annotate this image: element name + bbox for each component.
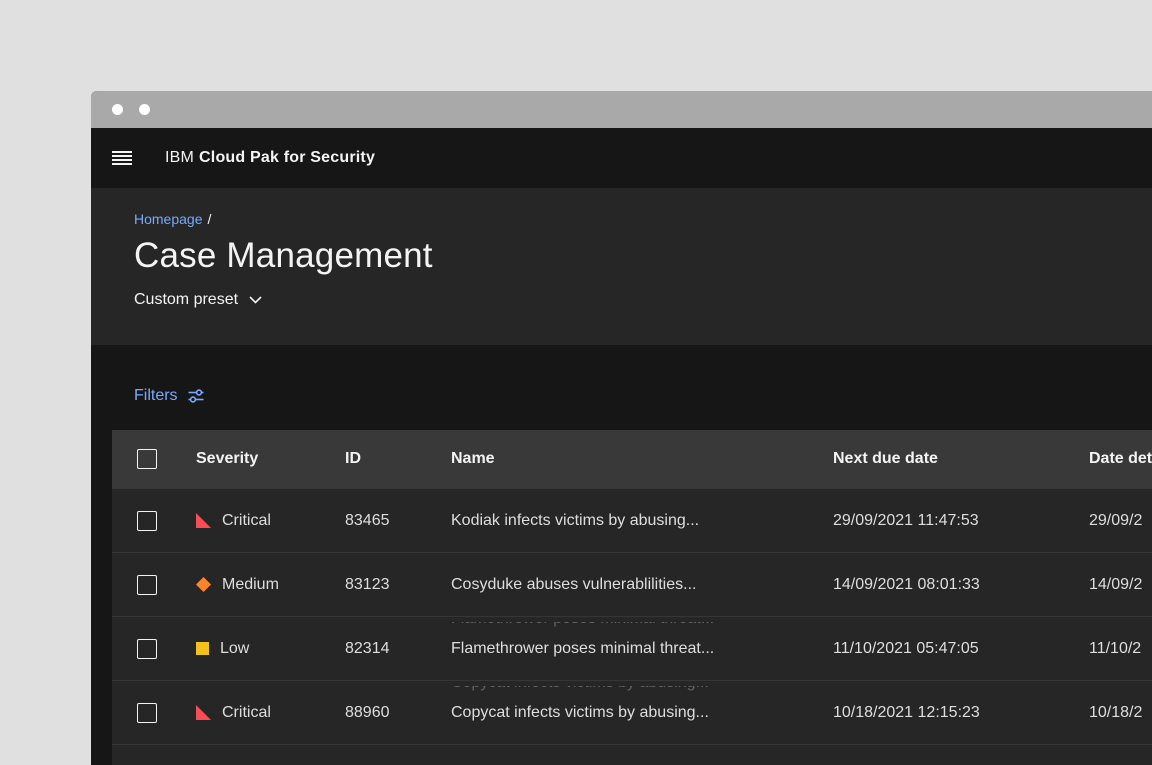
row-checkbox[interactable] [137,510,157,531]
case-id: 82314 [345,639,390,657]
case-name-cell: Flamethrower poses minimal threat... Fla… [451,617,833,680]
case-name: Kodiak infects victims by abusing... [451,511,700,529]
column-header-date-detected: Date dete [1089,450,1152,467]
severity-label: Medium [222,575,279,593]
table-row[interactable]: Medium 83123 Cosyduke abuses vulnerablil… [112,552,1152,616]
case-name: Copycat infects victims by abusing... [451,703,709,721]
preset-label: Custom preset [134,291,239,308]
case-name-cell: Cosyduke abuses vulnerablilities... [451,553,833,616]
window-control-dot-2[interactable] [139,104,150,115]
hamburger-menu-icon[interactable] [112,151,132,165]
filters-label: Filters [134,387,178,404]
content-area: Filters Severity ID Name Next due date D… [91,345,1152,765]
window-control-dot-1[interactable] [112,104,123,115]
page-title: Case Management [134,236,433,275]
settings-adjust-icon [188,389,204,403]
chevron-down-icon [249,296,262,304]
severity-icon [196,513,211,528]
select-all-checkbox[interactable] [137,449,157,469]
severity-icon [196,705,211,720]
brand-name: Cloud Pak for Security [199,149,376,166]
severity-cell: Critical [196,704,345,722]
severity-label: Critical [222,511,271,529]
severity-label: Low [220,639,250,657]
case-id: 83123 [345,575,390,593]
app-brand: IBM Cloud Pak for Security [165,149,375,167]
breadcrumb: Homepage / [134,211,1152,227]
breadcrumb-separator: / [207,211,212,227]
column-header-next-due-date: Next due date [833,450,938,467]
top-nav: IBM Cloud Pak for Security [91,128,1152,188]
cases-table: Severity ID Name Next due date Date dete… [112,430,1152,765]
row-checkbox[interactable] [137,702,157,723]
window-titlebar [91,91,1152,128]
partial-next-row [112,744,1152,765]
case-name-cell: Kodiak infects victims by abusing... [451,489,833,552]
table-row[interactable]: Critical 88960 Copycat infects victims b… [112,680,1152,744]
severity-label: Critical [222,703,271,721]
case-name: Cosyduke abuses vulnerablilities... [451,575,697,593]
filters-button[interactable]: Filters [134,387,205,405]
select-all-cell [112,449,196,469]
table-body: Critical 83465 Kodiak infects victims by… [112,488,1152,744]
severity-icon [196,642,209,655]
severity-cell: Medium [196,576,345,594]
date-detected: 10/18/2 [1089,703,1143,721]
breadcrumb-homepage-link[interactable]: Homepage [134,211,203,227]
next-due-date: 14/09/2021 08:01:33 [833,575,980,593]
clipped-text-artifact: Flamethrower poses minimal threat... [451,622,833,628]
preset-dropdown[interactable]: Custom preset [134,291,262,309]
brand-prefix: IBM [165,149,195,166]
case-id: 83465 [345,511,390,529]
row-checkbox[interactable] [137,638,157,659]
date-detected: 14/09/2 [1089,575,1143,593]
severity-cell: Low [196,640,345,658]
row-checkbox[interactable] [137,574,157,595]
clipped-text-artifact: Copycat infects victims by abusing... [451,686,833,692]
table-row[interactable]: Critical 83465 Kodiak infects victims by… [112,488,1152,552]
date-detected: 29/09/2 [1089,511,1143,529]
case-name-cell: Copycat infects victims by abusing... Co… [451,681,833,744]
column-header-id: ID [345,450,361,467]
severity-cell: Critical [196,512,345,530]
date-detected: 11/10/2 [1089,639,1142,657]
next-due-date: 11/10/2021 05:47:05 [833,639,979,657]
case-name: Flamethrower poses minimal threat... [451,639,715,657]
column-header-severity: Severity [196,450,259,467]
severity-icon [196,577,211,592]
table-row[interactable]: Low 82314 Flamethrower poses minimal thr… [112,616,1152,680]
app-window: IBM Cloud Pak for Security Homepage / Case… [91,91,1152,765]
table-header-row: Severity ID Name Next due date Date dete [112,430,1152,488]
next-due-date: 10/18/2021 12:15:23 [833,703,980,721]
case-id: 88960 [345,703,390,721]
next-due-date: 29/09/2021 11:47:53 [833,511,979,529]
column-header-name: Name [451,450,495,467]
page-header: Homepage / Case Management Custom preset [91,188,1152,345]
